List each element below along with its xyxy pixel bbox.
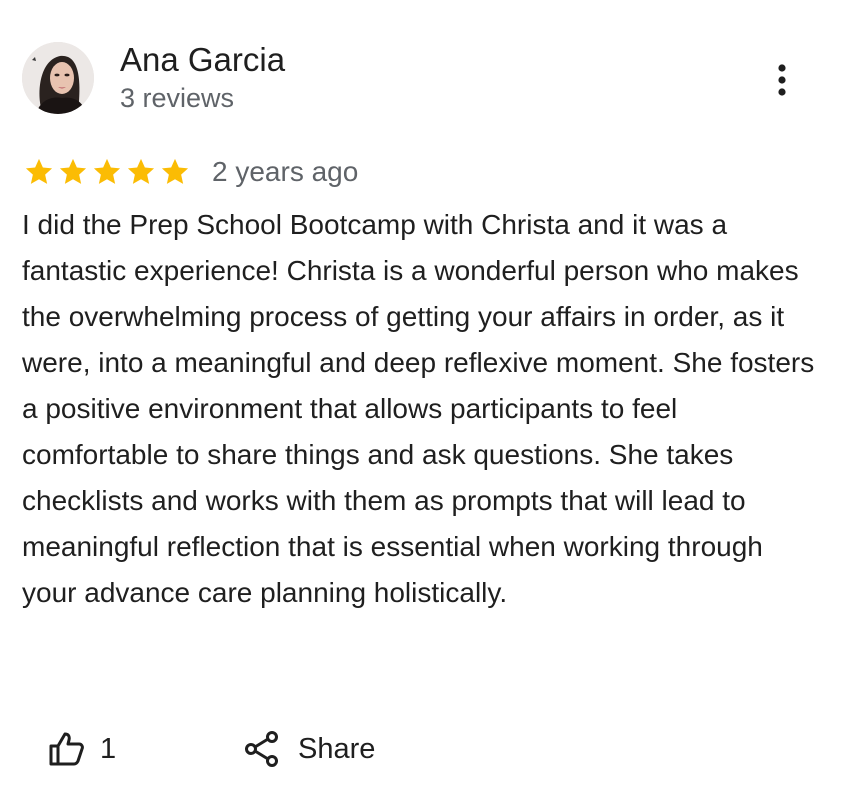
more-options-button[interactable] <box>764 60 800 100</box>
author-info: Ana Garcia 3 reviews <box>120 41 285 115</box>
more-vertical-icon <box>778 64 786 96</box>
rating-row: 2 years ago <box>22 152 358 192</box>
star-icon <box>161 158 189 184</box>
review-actions: 1 Share <box>48 722 375 776</box>
review-date: 2 years ago <box>212 156 359 187</box>
thumbs-up-icon <box>49 732 84 766</box>
star-icon <box>25 158 53 184</box>
avatar-image <box>22 42 94 114</box>
review-header: Ana Garcia 3 reviews <box>22 41 285 115</box>
review-card: Ana Garcia 3 reviews 2 years ago I did t… <box>0 0 846 800</box>
review-text: I did the Prep School Bootcamp with Chri… <box>22 209 815 608</box>
star-icon <box>59 158 87 184</box>
share-label: Share <box>298 732 376 765</box>
star-icon <box>127 158 155 184</box>
like-button[interactable]: 1 <box>48 731 198 767</box>
author-review-count: 3 reviews <box>120 83 235 113</box>
author-name[interactable]: Ana Garcia <box>120 41 285 79</box>
avatar[interactable] <box>22 42 94 114</box>
like-count: 1 <box>100 732 117 765</box>
share-button[interactable]: Share <box>244 730 375 768</box>
star-rating <box>22 156 192 188</box>
star-icon <box>93 158 121 184</box>
share-icon <box>245 731 278 767</box>
